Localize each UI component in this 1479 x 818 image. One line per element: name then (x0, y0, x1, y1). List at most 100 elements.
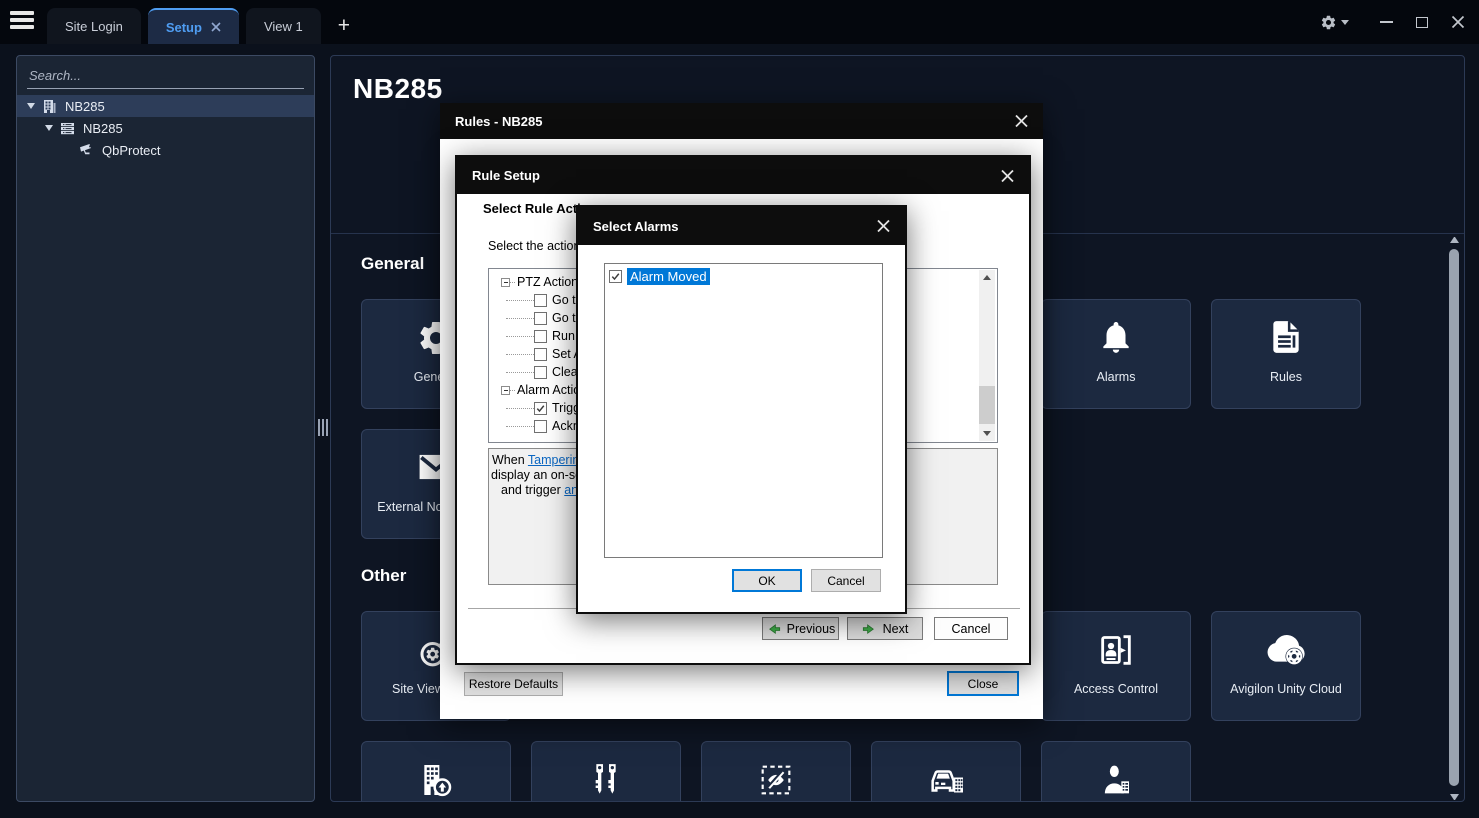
sidebar-splitter[interactable] (315, 55, 330, 802)
hamburger-menu-icon[interactable] (10, 11, 36, 33)
cancel-button[interactable]: Cancel (934, 617, 1008, 640)
tab-close-icon[interactable] (211, 22, 221, 32)
person-icon (1042, 760, 1190, 800)
app-titlebar: Site Login Setup View 1 + (0, 0, 1479, 44)
checkbox-unchecked[interactable] (534, 420, 547, 433)
dialog-title: Select Alarms (593, 219, 679, 234)
gear-icon (1320, 14, 1337, 31)
button-label: Previous (787, 622, 836, 636)
tree-item-site-nb285[interactable]: NB285 (17, 95, 314, 117)
tile-privacy-mask[interactable] (701, 741, 851, 802)
alarms-listbox[interactable]: Alarm Moved (604, 263, 883, 558)
tile-avigilon-unity-cloud[interactable]: Avigilon Unity Cloud (1211, 611, 1361, 721)
tree-item-label: NB285 (65, 99, 105, 114)
close-icon[interactable] (1014, 114, 1029, 129)
checkbox-checked[interactable] (534, 402, 547, 415)
close-window-button[interactable] (1443, 7, 1473, 37)
cancel-button[interactable]: Cancel (811, 569, 881, 592)
tile-label: Alarms (1046, 370, 1186, 384)
close-icon[interactable] (876, 219, 891, 234)
ok-button[interactable]: OK (732, 569, 802, 592)
rule-setup-instruction: Select the action (488, 239, 580, 253)
scroll-up-icon[interactable] (983, 275, 991, 280)
description-text: and trigger (501, 483, 564, 497)
tree-expand-caret-icon[interactable] (27, 103, 35, 109)
scroll-up-icon[interactable] (1450, 237, 1459, 243)
tree-item-server-nb285[interactable]: NB285 (17, 117, 314, 139)
scroll-down-icon[interactable] (1450, 794, 1459, 800)
window-controls (1320, 0, 1479, 44)
tile-access-control[interactable]: Access Control (1041, 611, 1191, 721)
privacy-mask-icon (702, 760, 850, 800)
search-field-wrap (27, 64, 304, 89)
alarm-list-item[interactable]: Alarm Moved (609, 267, 878, 286)
select-alarms-titlebar: Select Alarms (578, 207, 905, 245)
camera-icon (79, 143, 95, 158)
next-button[interactable]: Next (847, 617, 923, 640)
tile-label: Rules (1216, 370, 1356, 384)
tree-item-label: QbProtect (102, 143, 161, 158)
tree-group-label: Alarm Actio (517, 383, 580, 397)
tab-label: View 1 (264, 19, 303, 34)
checkbox-unchecked[interactable] (534, 312, 547, 325)
tab-setup[interactable]: Setup (148, 8, 239, 44)
scrollbar-thumb[interactable] (1449, 249, 1459, 786)
splitter-grip-icon (318, 419, 328, 436)
rule-setup-heading: Select Rule Actio (483, 201, 589, 216)
page-title: NB285 (353, 73, 443, 105)
collapse-icon[interactable] (501, 386, 510, 395)
search-input[interactable] (27, 64, 304, 88)
checkbox-unchecked[interactable] (534, 330, 547, 343)
listbox-scrollbar[interactable] (979, 270, 995, 441)
main-scrollbar[interactable] (1448, 237, 1461, 800)
checkbox-unchecked[interactable] (534, 294, 547, 307)
tab-bar: Site Login Setup View 1 + (47, 5, 360, 44)
tile-label: Avigilon Unity Cloud (1216, 682, 1356, 696)
minimize-button[interactable] (1371, 7, 1401, 37)
tile-site-upgrade[interactable] (361, 741, 511, 802)
close-button[interactable]: Close (947, 671, 1019, 696)
access-control-icon (1042, 630, 1190, 670)
checkbox-unchecked[interactable] (534, 366, 547, 379)
tile-alarms[interactable]: Alarms (1041, 299, 1191, 409)
tree-expand-caret-icon[interactable] (45, 125, 53, 131)
tab-label: Site Login (65, 19, 123, 34)
dialog-title: Rule Setup (472, 168, 540, 183)
tab-site-login[interactable]: Site Login (47, 8, 141, 44)
building-upgrade-icon (362, 760, 510, 800)
alarm-label: Alarm Moved (627, 268, 710, 285)
tile-rules[interactable]: Rules (1211, 299, 1361, 409)
collapse-icon[interactable] (501, 278, 510, 287)
button-label: Next (883, 622, 909, 636)
checkbox-checked[interactable] (609, 270, 622, 283)
restore-defaults-button[interactable]: Restore Defaults (464, 672, 563, 696)
rule-setup-titlebar: Rule Setup (457, 157, 1029, 194)
arrow-left-green-icon (766, 622, 781, 636)
section-title-other: Other (361, 566, 406, 586)
tile-identity[interactable] (1041, 741, 1191, 802)
tile-label: Access Control (1046, 682, 1186, 696)
settings-menu-button[interactable] (1320, 14, 1349, 31)
tree-item-camera-qbprotect[interactable]: QbProtect (17, 139, 314, 161)
checkbox-unchecked[interactable] (534, 348, 547, 361)
scroll-down-icon[interactable] (983, 431, 991, 436)
cloud-gear-icon (1212, 630, 1360, 670)
previous-button[interactable]: Previous (762, 617, 839, 640)
select-alarms-dialog: Select Alarms Alarm Moved OK Cancel (576, 205, 907, 614)
tile-keys[interactable] (531, 741, 681, 802)
new-tab-button[interactable]: + (328, 14, 360, 44)
arrow-right-green-icon (862, 622, 877, 636)
site-icon (42, 99, 58, 114)
maximize-button[interactable] (1407, 7, 1437, 37)
rules-dialog-titlebar: Rules - NB285 (440, 103, 1043, 139)
section-title-general: General (361, 254, 424, 274)
description-text: When (492, 453, 528, 467)
chevron-down-icon (1341, 20, 1349, 25)
site-tree-sidebar: NB285 NB285 QbProtect (16, 55, 315, 802)
tile-license-plates[interactable] (871, 741, 1021, 802)
tab-view-1[interactable]: View 1 (246, 8, 321, 44)
scrollbar-thumb[interactable] (979, 386, 995, 424)
tree-item-label: NB285 (83, 121, 123, 136)
close-icon[interactable] (1000, 168, 1015, 183)
tree-group-label: PTZ Actions (517, 275, 584, 289)
